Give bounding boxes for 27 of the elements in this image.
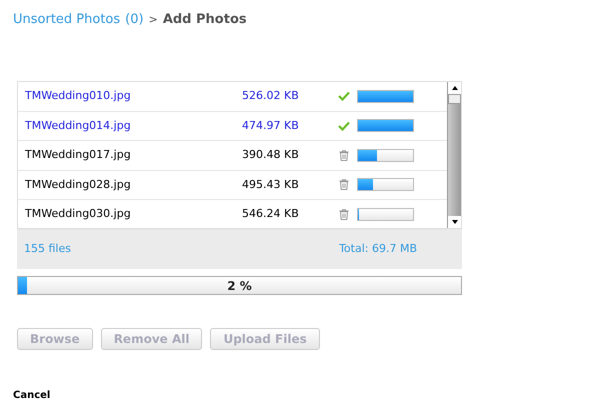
file-size: 474.97 KB [242, 118, 300, 134]
breadcrumb-link[interactable]: Unsorted Photos [13, 11, 120, 29]
file-size: 495.43 KB [242, 176, 300, 192]
file-name: TMWedding017.jpg [24, 147, 132, 163]
page-title: Add Photos [162, 11, 247, 29]
check-icon [338, 120, 350, 131]
file-name: TMWedding028.jpg [24, 176, 132, 192]
cancel-link[interactable]: Cancel [13, 388, 50, 400]
scroll-up-icon[interactable] [452, 86, 458, 90]
breadcrumb-count: (0) [125, 11, 144, 29]
trash-icon[interactable] [339, 208, 349, 220]
file-count: 155 files [24, 240, 71, 257]
breadcrumb-separator: > [148, 12, 158, 28]
file-size: 546.24 KB [242, 206, 300, 222]
file-name: TMWedding014.jpg [24, 118, 132, 134]
check-icon [338, 91, 350, 102]
scroll-down-icon[interactable] [452, 220, 458, 224]
scroll-thumb[interactable] [448, 94, 461, 104]
file-size: 526.02 KB [242, 88, 300, 104]
progress-percent: 2 % [227, 278, 252, 294]
trash-icon[interactable] [339, 179, 349, 190]
file-name: TMWedding010.jpg [24, 88, 132, 104]
total-size: Total: 69.7 MB [339, 240, 417, 257]
file-size: 390.48 KB [242, 147, 300, 163]
trash-icon[interactable] [339, 150, 349, 161]
scrollbar[interactable] [447, 82, 461, 228]
file-name: TMWedding030.jpg [24, 206, 132, 222]
